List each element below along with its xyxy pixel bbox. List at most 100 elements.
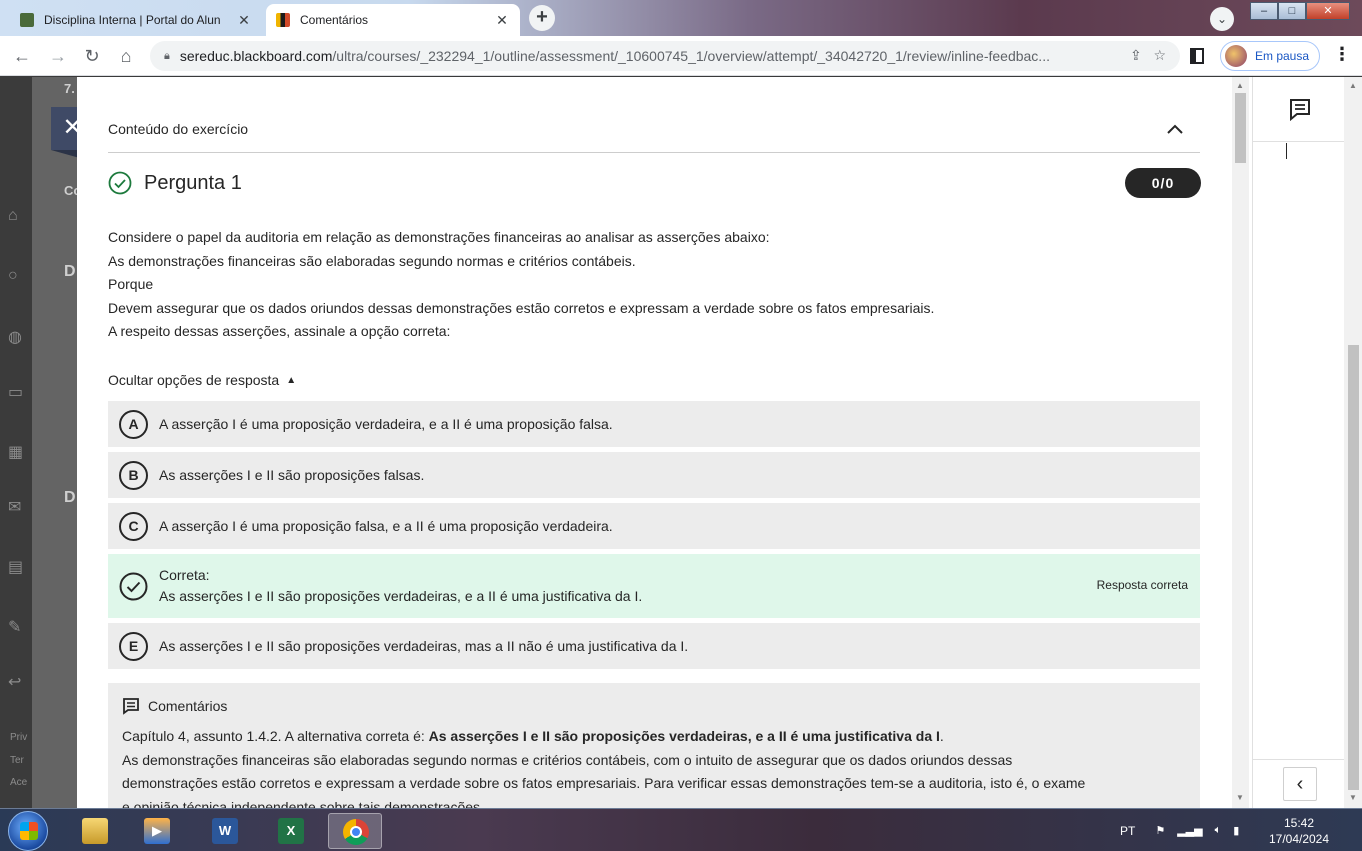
question-title: Pergunta 1 bbox=[108, 171, 242, 195]
option-a: A A asserção I é uma proposição verdadei… bbox=[108, 401, 1200, 447]
option-text: A asserção I é uma proposição verdadeira… bbox=[159, 416, 613, 432]
excel-icon: X bbox=[278, 818, 304, 844]
footer-link: Ter bbox=[10, 755, 24, 766]
institution-icon: ⌂ bbox=[8, 207, 18, 224]
forward-icon[interactable]: → bbox=[46, 44, 70, 68]
question-line: Porque bbox=[108, 276, 154, 293]
close-tab-icon[interactable]: ✕ bbox=[494, 12, 510, 29]
option-e: E As asserções I e II são proposições ve… bbox=[108, 623, 1200, 669]
close-tab-icon[interactable]: ✕ bbox=[236, 12, 252, 29]
question-line: Considere o papel da auditoria em relaçã… bbox=[108, 229, 770, 245]
option-letter: C bbox=[119, 511, 148, 541]
grades-icon: ▤ bbox=[8, 559, 24, 576]
panel-header: Conteúdo do exercício bbox=[108, 121, 249, 137]
start-button[interactable] bbox=[8, 811, 48, 851]
footer-link: Priv bbox=[10, 732, 28, 743]
taskbar-word[interactable]: W bbox=[198, 813, 252, 849]
scroll-down-icon[interactable]: ▼ bbox=[1236, 793, 1244, 802]
signal-icon[interactable]: ▂▃▅ bbox=[1177, 824, 1202, 837]
url-host: sereduc.blackboard.com bbox=[179, 48, 333, 64]
score-badge: 0/0 bbox=[1125, 168, 1201, 198]
question-line: Devem assegurar que os dados oriundos de… bbox=[108, 299, 935, 316]
option-d-correct: Correta: As asserções I e II são proposi… bbox=[108, 554, 1200, 618]
media-player-icon: ▶ bbox=[144, 818, 170, 844]
exercise-panel: Conteúdo do exercício Pergunta 1 0/0 Con… bbox=[77, 77, 1252, 808]
globe-icon: ◍ bbox=[8, 329, 22, 346]
back-icon[interactable]: ← bbox=[10, 44, 34, 68]
battery-icon[interactable]: ▮ bbox=[1233, 824, 1239, 837]
notes-icon[interactable] bbox=[1288, 97, 1312, 121]
clock[interactable]: 15:42 17/04/2024 bbox=[1264, 815, 1334, 847]
option-text: As asserções I e II são proposições verd… bbox=[159, 588, 643, 604]
scroll-up-icon[interactable]: ▲ bbox=[1236, 81, 1244, 90]
comment-bold-answer: As asserções I e II são proposições verd… bbox=[428, 728, 940, 744]
question-line: As demonstrações financeiras são elabora… bbox=[108, 252, 636, 269]
divider bbox=[1253, 141, 1345, 142]
notes-side-panel: ‹ bbox=[1252, 77, 1345, 808]
taskbar-explorer[interactable] bbox=[68, 813, 122, 849]
comments-header: Comentários bbox=[122, 697, 1186, 715]
scroll-up-icon[interactable]: ▲ bbox=[1349, 81, 1357, 90]
new-tab-button[interactable]: + bbox=[529, 5, 555, 31]
lock-icon: 🔒︎ bbox=[164, 49, 170, 62]
collapse-panel-button[interactable]: ‹ bbox=[1283, 767, 1317, 801]
scroll-down-icon[interactable]: ▼ bbox=[1349, 793, 1357, 802]
bg-fragment: D bbox=[64, 263, 76, 280]
menu-kebab-icon[interactable]: ⋮ bbox=[1333, 44, 1351, 65]
maximize-button[interactable]: □ bbox=[1278, 2, 1306, 20]
option-text: As asserções I e II são proposições verd… bbox=[159, 638, 689, 654]
toggle-label: Ocultar opções de resposta bbox=[108, 372, 280, 388]
volume-icon[interactable]: 🔈︎ bbox=[1215, 824, 1222, 837]
bg-fragment: 7. bbox=[64, 81, 75, 96]
address-bar: ← → ↻ ⌂ 🔒︎ sereduc.blackboard.com/ultra/… bbox=[0, 36, 1362, 76]
course-content-strip: 7. Co D D bbox=[32, 77, 81, 808]
scroll-thumb[interactable] bbox=[1348, 345, 1359, 790]
comment-line: demonstrações estão corretos e expressam… bbox=[122, 775, 1086, 791]
reload-icon[interactable]: ↻ bbox=[80, 44, 104, 68]
chevron-up-icon[interactable] bbox=[1165, 119, 1185, 139]
blackboard-favicon-icon bbox=[276, 13, 290, 27]
scroll-thumb[interactable] bbox=[1235, 93, 1246, 163]
bg-fragment: D bbox=[64, 489, 76, 506]
correct-check-icon bbox=[119, 572, 148, 600]
comment-intro: Capítulo 4, assunto 1.4.2. A alternativa… bbox=[122, 728, 429, 744]
calendar-icon: ▦ bbox=[8, 444, 24, 461]
messages-icon: ✉ bbox=[8, 499, 22, 516]
taskbar-excel[interactable]: X bbox=[264, 813, 318, 849]
home-icon[interactable]: ⌂ bbox=[114, 44, 138, 68]
tab-comentarios[interactable]: Comentários ✕ bbox=[266, 4, 520, 36]
chrome-icon bbox=[343, 819, 369, 845]
url-input[interactable]: 🔒︎ sereduc.blackboard.com/ultra/courses/… bbox=[150, 41, 1180, 71]
minimize-button[interactable]: – bbox=[1250, 2, 1278, 20]
panel-scrollbar[interactable]: ▲ ▼ bbox=[1232, 77, 1249, 808]
comment-icon bbox=[123, 698, 139, 715]
tab-search-button[interactable]: ⌄ bbox=[1210, 7, 1234, 31]
windows-logo-icon bbox=[20, 822, 38, 840]
profile-label: Em pausa bbox=[1255, 49, 1310, 63]
window-controls: – □ ✕ bbox=[1250, 2, 1350, 20]
correct-label: Correta: bbox=[159, 567, 210, 583]
option-b: B As asserções I e II são proposições fa… bbox=[108, 452, 1200, 498]
share-star-icons[interactable]: ⇪ ☆ bbox=[1130, 47, 1166, 64]
question-text: Considere o papel da auditoria em relaçã… bbox=[108, 226, 1200, 344]
url-path: /ultra/courses/_232294_1/outline/assessm… bbox=[332, 48, 1050, 64]
comment-line: e opinião técnica independente sobre tai… bbox=[122, 798, 484, 809]
hide-options-toggle[interactable]: Ocultar opções de resposta ▲ bbox=[108, 372, 296, 388]
profile-button[interactable]: Em pausa bbox=[1220, 41, 1320, 71]
language-indicator[interactable]: PT bbox=[1120, 824, 1135, 838]
tab-portal[interactable]: Disciplina Interna | Portal do Alun ✕ bbox=[10, 4, 262, 36]
question-line: A respeito dessas asserções, assinale a … bbox=[108, 323, 451, 340]
close-window-button[interactable]: ✕ bbox=[1306, 2, 1350, 20]
tab-strip: Disciplina Interna | Portal do Alun ✕ Co… bbox=[0, 0, 1362, 36]
courses-icon: ▭ bbox=[8, 384, 24, 401]
network-warning-icon[interactable]: ⚑ bbox=[1155, 824, 1165, 837]
option-letter: A bbox=[119, 409, 148, 439]
question-title-text: Pergunta 1 bbox=[144, 171, 242, 194]
check-circle-icon bbox=[108, 171, 132, 195]
taskbar-media-player[interactable]: ▶ bbox=[130, 813, 184, 849]
page-scrollbar[interactable]: ▲ ▼ bbox=[1344, 77, 1362, 808]
side-panel-icon[interactable] bbox=[1190, 48, 1204, 64]
taskbar-chrome[interactable] bbox=[328, 813, 382, 849]
profile-icon: ○ bbox=[8, 267, 18, 284]
comment-intro-end: . bbox=[939, 728, 944, 744]
